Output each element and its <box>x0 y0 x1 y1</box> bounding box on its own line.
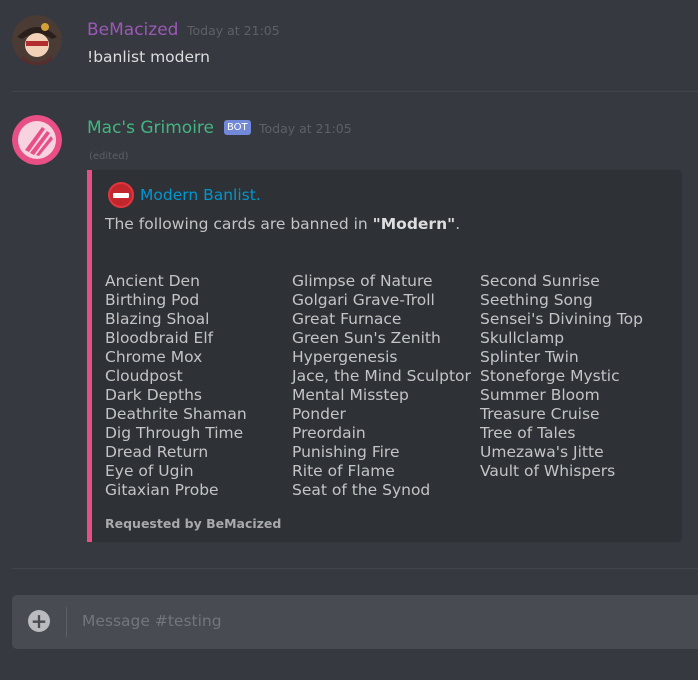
banned-card: Green Sun's Zenith <box>292 329 441 347</box>
banned-card: Seething Song <box>480 291 593 309</box>
banned-card: Glimpse of Nature <box>292 272 433 290</box>
banned-card: Golgari Grave-Troll <box>292 291 435 309</box>
embed-footer: Requested by BeMacized <box>105 516 282 531</box>
banned-card: Skullclamp <box>480 329 565 347</box>
desc-format: "Modern" <box>372 215 456 233</box>
banned-card: Cloudpost <box>105 367 183 385</box>
message-input[interactable]: Message #testing <box>82 612 222 630</box>
banned-card: Mental Misstep <box>292 386 409 404</box>
banned-card: Splinter Twin <box>480 348 579 366</box>
avatar-macs-grimoire[interactable] <box>12 115 62 165</box>
banlist-column-2: Glimpse of Nature Golgari Grave-Troll Grea… <box>292 272 471 500</box>
banned-card: Eye of Ugin <box>105 462 194 480</box>
banned-card: Gitaxian Probe <box>105 481 219 499</box>
banned-card: Chrome Mox <box>105 348 203 366</box>
banlist-column-3: Second Sunrise Seething Song Sensei's Divi… <box>480 272 643 481</box>
banned-card: Blazing Shoal <box>105 310 210 328</box>
banned-card: Birthing Pod <box>105 291 200 309</box>
banned-card: Umezawa's Jitte <box>480 443 604 461</box>
avatar-image <box>12 15 62 65</box>
timestamp: Today at 21:05 <box>259 121 352 136</box>
username-bemacized[interactable]: BeMacized <box>87 20 178 40</box>
avatar-bemacized[interactable] <box>12 15 62 65</box>
banned-card: Sensei's Divining Top <box>480 310 643 328</box>
message-input-bar: + Message #testing <box>12 595 698 649</box>
banned-card: Second Sunrise <box>480 272 600 290</box>
claw-icon <box>12 115 62 165</box>
desc-suffix: . <box>455 215 461 233</box>
username-macs-grimoire[interactable]: Mac's Grimoire <box>87 118 214 138</box>
input-separator <box>66 607 67 637</box>
message-content: !banlist modern <box>87 48 210 66</box>
banned-card: Rite of Flame <box>292 462 395 480</box>
desc-prefix: The following cards are banned in <box>105 215 373 233</box>
banned-card: Ancient Den <box>105 272 200 290</box>
banlist-column-1: Ancient Den Birthing Pod Blazing Shoal Bloo… <box>105 272 247 500</box>
banned-card: Great Furnace <box>292 310 402 328</box>
banned-card: Summer Bloom <box>480 386 600 404</box>
plus-circle-icon[interactable]: + <box>28 610 50 632</box>
no-entry-icon <box>108 182 134 208</box>
banned-card: Tree of Tales <box>480 424 576 442</box>
banned-card: Hypergenesis <box>292 348 398 366</box>
embed-author: Modern Banlist. <box>108 182 261 208</box>
edited-label: (edited) <box>89 151 129 162</box>
embed: Modern Banlist. The following cards are … <box>87 170 682 542</box>
banned-card: Vault of Whispers <box>480 462 616 480</box>
timestamp: Today at 21:05 <box>187 23 280 38</box>
banned-card: Ponder <box>292 405 346 423</box>
banned-card: Treasure Cruise <box>480 405 600 423</box>
banned-card: Dark Depths <box>105 386 202 404</box>
banned-card: Dig Through Time <box>105 424 244 442</box>
banned-card: Bloodbraid Elf <box>105 329 214 347</box>
bot-badge: BOT <box>224 120 251 135</box>
banned-card: Preordain <box>292 424 366 442</box>
banned-card: Punishing Fire <box>292 443 400 461</box>
banned-card: Seat of the Synod <box>292 481 431 499</box>
banned-card: Jace, the Mind Sculptor <box>292 367 471 385</box>
banned-card: Stoneforge Mystic <box>480 367 620 385</box>
message-divider <box>12 568 698 569</box>
banned-card: Deathrite Shaman <box>105 405 247 423</box>
banned-card: Dread Return <box>105 443 209 461</box>
embed-description: The following cards are banned in "Moder… <box>105 214 460 234</box>
embed-title[interactable]: Modern Banlist. <box>140 186 261 204</box>
message-divider <box>12 91 698 92</box>
